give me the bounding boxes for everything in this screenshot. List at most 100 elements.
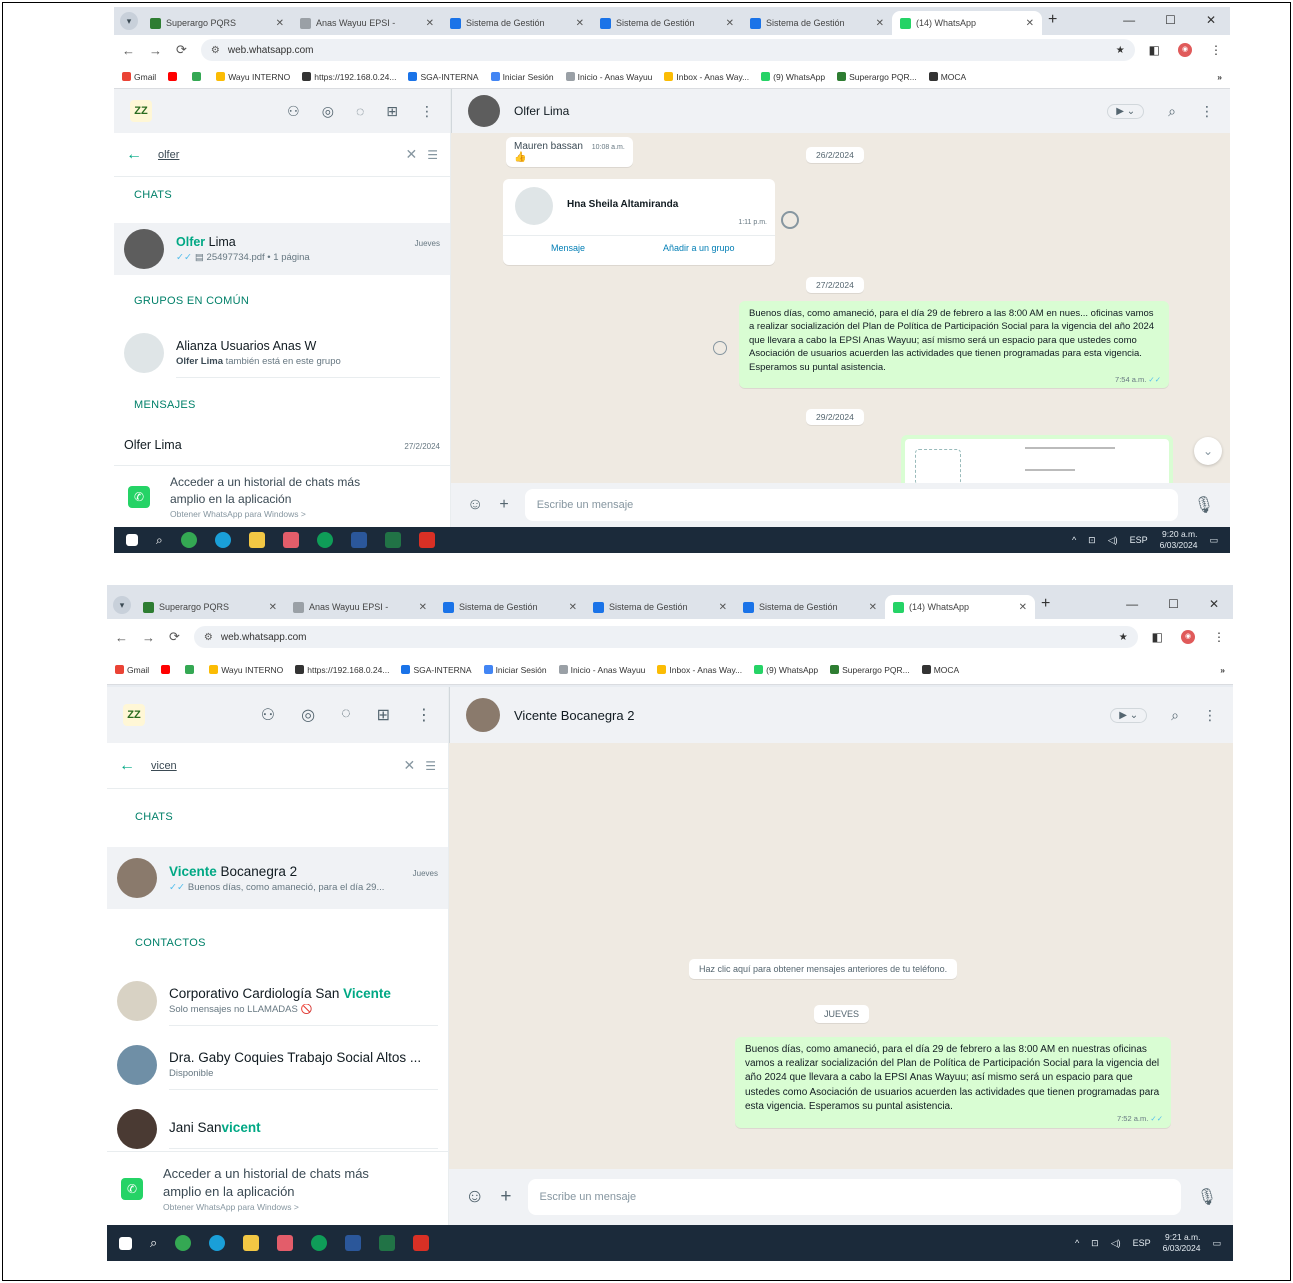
- reload-icon[interactable]: ⟳: [176, 42, 187, 58]
- bookmark-item[interactable]: Inicio - Anas Wayuu: [558, 665, 645, 675]
- browser-tab[interactable]: (14) WhatsApp ✕: [892, 11, 1042, 35]
- contact-row[interactable]: Corporativo Cardiología San Vicente Solo …: [107, 969, 448, 1033]
- tab-close-icon[interactable]: ✕: [276, 18, 284, 29]
- new-tab-button[interactable]: +: [1041, 595, 1050, 613]
- attach-plus-icon[interactable]: +: [499, 496, 508, 514]
- back-icon[interactable]: ←: [122, 43, 135, 58]
- profile-avatar[interactable]: ◉: [1178, 43, 1192, 57]
- bookmark-star-icon[interactable]: ★: [1119, 632, 1128, 643]
- close-window-icon[interactable]: ✕: [1209, 597, 1219, 611]
- search-input[interactable]: vicen: [151, 752, 404, 780]
- tab-close-icon[interactable]: ✕: [576, 18, 584, 29]
- bookmark-star-icon[interactable]: ★: [1116, 45, 1125, 56]
- menu-icon[interactable]: ⋮: [416, 705, 432, 725]
- contact-avatar[interactable]: [466, 698, 500, 732]
- bookmark-item[interactable]: https://192.168.0.24...: [302, 72, 396, 82]
- menu-kebab-icon[interactable]: ⋮: [1213, 630, 1225, 644]
- menu-icon[interactable]: ⋮: [1203, 707, 1217, 724]
- tab-close-icon[interactable]: ✕: [726, 18, 734, 29]
- video-call-icon[interactable]: ▶ ⌄: [1110, 707, 1148, 723]
- bookmark-item[interactable]: Inbox - Anas Way...: [657, 665, 742, 675]
- bookmark-item[interactable]: (9) WhatsApp: [754, 665, 818, 675]
- browser-tab[interactable]: Anas Wayuu EPSI - ✕: [285, 595, 435, 619]
- tab-close-icon[interactable]: ✕: [269, 602, 277, 613]
- maximize-icon[interactable]: ☐: [1168, 597, 1179, 611]
- edge-taskbar-icon[interactable]: [209, 1235, 226, 1251]
- tab-close-icon[interactable]: ✕: [719, 602, 727, 613]
- browser-tab[interactable]: (14) WhatsApp ✕: [885, 595, 1035, 619]
- bookmarks-overflow-icon[interactable]: »: [1220, 665, 1225, 675]
- chrome-taskbar-icon[interactable]: [180, 532, 197, 548]
- browser-tab[interactable]: Sistema de Gestión ✕: [442, 11, 592, 35]
- banner-link[interactable]: Obtener WhatsApp para Windows >: [163, 1202, 369, 1212]
- new-chat-icon[interactable]: ⊞: [386, 103, 398, 120]
- search-taskbar-icon[interactable]: ⌕: [156, 533, 163, 548]
- outgoing-message[interactable]: Buenos días, como amaneció, para el día …: [735, 1037, 1171, 1128]
- message-input[interactable]: Escribe un mensaje: [527, 1179, 1181, 1215]
- bookmark-item[interactable]: SGA-INTERNA: [408, 72, 479, 82]
- sidepanel-icon[interactable]: ◧: [1152, 630, 1163, 644]
- sidepanel-icon[interactable]: ◧: [1149, 43, 1160, 57]
- contact-card[interactable]: Hna Sheila Altamiranda 1:11 p.m. Mensaje…: [503, 179, 775, 265]
- notifications-icon[interactable]: ▭: [1209, 535, 1218, 546]
- search-taskbar-icon[interactable]: ⌕: [150, 1235, 157, 1251]
- communities-icon[interactable]: ⚇: [287, 103, 300, 120]
- minimize-icon[interactable]: —: [1123, 13, 1135, 27]
- browser-tab[interactable]: Sistema de Gestión ✕: [592, 11, 742, 35]
- reload-icon[interactable]: ⟳: [169, 629, 180, 645]
- microphone-icon[interactable]: 🎙: [1197, 1187, 1217, 1207]
- forward-icon[interactable]: →: [142, 630, 155, 645]
- contact-row[interactable]: Dra. Gaby Coquies Trabajo Social Altos .…: [107, 1033, 448, 1097]
- emoji-icon[interactable]: ☺: [467, 496, 483, 514]
- bookmark-item[interactable]: Wayu INTERNO: [216, 72, 290, 82]
- excel-taskbar-icon[interactable]: [384, 532, 401, 548]
- load-older-messages-notice[interactable]: Haz clic aquí para obtener mensajes ante…: [689, 959, 958, 979]
- microphone-icon[interactable]: 🎙: [1194, 495, 1214, 515]
- url-field[interactable]: ⚙ web.whatsapp.com ★: [200, 39, 1135, 61]
- bookmark-item[interactable]: Gmail: [122, 72, 156, 82]
- volume-icon[interactable]: ◁): [1111, 1238, 1121, 1249]
- close-window-icon[interactable]: ✕: [1206, 13, 1216, 27]
- browser-tab[interactable]: Superargo PQRS ✕: [142, 11, 292, 35]
- tray-chevron-icon[interactable]: ^: [1072, 535, 1076, 545]
- outgoing-message[interactable]: Buenos días, como amaneció, para el día …: [739, 301, 1169, 389]
- app-taskbar-icon[interactable]: [277, 1235, 294, 1251]
- word-taskbar-icon[interactable]: [350, 532, 367, 548]
- profile-logo[interactable]: ZZ: [123, 704, 145, 726]
- tab-close-icon[interactable]: ✕: [869, 602, 877, 613]
- clear-search-icon[interactable]: ✕: [406, 146, 418, 163]
- bookmark-item[interactable]: Gmail: [115, 665, 149, 675]
- download-banner[interactable]: ✆ Acceder a un historial de chats más am…: [107, 1151, 448, 1225]
- site-settings-icon[interactable]: ⚙: [211, 45, 220, 56]
- contact-message-button[interactable]: Mensaje: [551, 243, 585, 253]
- browser-tab[interactable]: Superargo PQRS ✕: [135, 595, 285, 619]
- explorer-taskbar-icon[interactable]: [248, 532, 265, 548]
- bookmark-item[interactable]: [168, 72, 180, 81]
- network-icon[interactable]: ⊡: [1091, 1238, 1099, 1249]
- edge-taskbar-icon[interactable]: [214, 532, 231, 548]
- tab-close-icon[interactable]: ✕: [1019, 602, 1027, 613]
- communities-icon[interactable]: ⚇: [261, 705, 275, 725]
- bookmark-item[interactable]: SGA-INTERNA: [401, 665, 472, 675]
- site-settings-icon[interactable]: ⚙: [204, 632, 213, 643]
- bookmark-item[interactable]: Wayu INTERNO: [209, 665, 283, 675]
- tab-search-icon[interactable]: ▾: [120, 12, 138, 30]
- chrome2-taskbar-icon[interactable]: [316, 532, 333, 548]
- excel-taskbar-icon[interactable]: [379, 1235, 396, 1251]
- message-input[interactable]: Escribe un mensaje: [524, 489, 1178, 521]
- tray-chevron-icon[interactable]: ^: [1075, 1238, 1079, 1248]
- tab-close-icon[interactable]: ✕: [1026, 18, 1034, 29]
- status-icon[interactable]: ◎: [322, 103, 334, 120]
- bookmark-item[interactable]: Superargo PQR...: [837, 72, 917, 82]
- channels-icon[interactable]: ◌: [341, 705, 351, 725]
- conversation-title[interactable]: Vicente Bocanegra 2: [514, 708, 634, 723]
- language-indicator[interactable]: ESP: [1133, 1238, 1151, 1248]
- banner-link[interactable]: Obtener WhatsApp para Windows >: [170, 509, 360, 519]
- pdf-taskbar-icon[interactable]: [418, 532, 435, 548]
- forward-icon[interactable]: [713, 341, 727, 355]
- emoji-icon[interactable]: ☺: [465, 1186, 484, 1208]
- forward-icon[interactable]: →: [149, 43, 162, 58]
- profile-logo[interactable]: ZZ: [130, 100, 152, 122]
- chat-row-vicente[interactable]: Vicente Bocanegra 2 Jueves ✓✓ Buenos días…: [107, 847, 448, 909]
- video-call-icon[interactable]: ▶ ⌄: [1107, 103, 1145, 119]
